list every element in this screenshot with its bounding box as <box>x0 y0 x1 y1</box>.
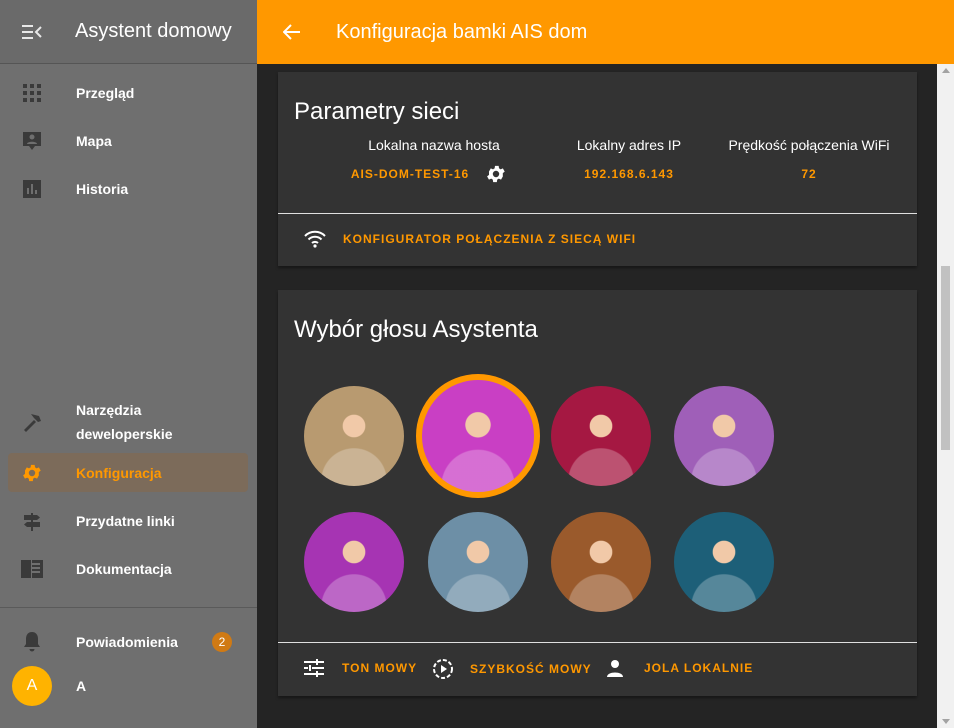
book-icon <box>21 560 43 578</box>
ip-column: Lokalny adres IP 192.168.6.143 <box>549 137 709 181</box>
page-title: Konfiguracja bamki AIS dom <box>336 20 588 43</box>
voice-local-label: JOLA LOKALNIE <box>644 661 754 675</box>
gear-icon[interactable] <box>485 163 507 185</box>
hostname-column: Lokalna nazwa hosta AIS-DOM-TEST-16 <box>334 137 534 185</box>
hostname-row: AIS-DOM-TEST-16 <box>334 163 534 185</box>
wifi-speed-column: Prędkość połączenia WiFi 72 <box>719 137 899 181</box>
sidebar-item-historia[interactable]: Historia <box>8 176 248 202</box>
scroll-down-arrow[interactable] <box>942 719 950 724</box>
sidebar-item-label: Konfiguracja <box>76 464 162 481</box>
sidebar-divider <box>0 607 257 608</box>
voice-avatar-2-selected[interactable] <box>416 374 540 498</box>
voice-card: Wybór głosu Asystenta TON MOWY SZYBKOŚĆ … <box>278 290 917 696</box>
hostname-label: Lokalna nazwa hosta <box>368 137 500 153</box>
hammer-icon <box>24 414 41 432</box>
sidebar-item-przydatne-linki[interactable]: Przydatne linki <box>8 508 248 534</box>
voice-avatar-6[interactable] <box>428 512 528 612</box>
speech-tone-label: TON MOWY <box>342 661 418 675</box>
signpost-icon <box>24 513 40 531</box>
sidebar: Asystent domowy Przegląd Mapa Historia N… <box>0 0 257 728</box>
sidebar-title: Asystent domowy <box>75 20 232 42</box>
speech-speed-label: SZYBKOŚĆ MOWY <box>470 662 592 676</box>
wifi-speed-value: 72 <box>801 167 817 181</box>
wifi-speed-label: Prędkość połączenia WiFi <box>728 137 890 153</box>
sidebar-item-label: Powiadomienia <box>76 634 178 650</box>
sidebar-item-narzedzia[interactable]: Narzędzia deweloperskie <box>8 396 248 448</box>
network-card: Parametry sieci Lokalna nazwa hosta AIS-… <box>278 72 917 266</box>
hostname-value: AIS-DOM-TEST-16 <box>350 167 470 181</box>
sidebar-item-przeglad[interactable]: Przegląd <box>8 80 248 106</box>
bell-icon <box>24 632 40 652</box>
speech-speed-button[interactable]: SZYBKOŚĆ MOWY <box>432 658 592 680</box>
speed-icon <box>433 659 453 679</box>
sidebar-item-label: Przegląd <box>76 85 135 101</box>
scrollbar-thumb[interactable] <box>941 266 950 450</box>
ip-value: 192.168.6.143 <box>584 167 674 181</box>
card-divider <box>278 213 917 214</box>
main-content: Parametry sieci Lokalna nazwa hosta AIS-… <box>257 64 937 728</box>
speech-tone-button[interactable]: TON MOWY <box>304 659 417 677</box>
wifi-icon <box>304 230 326 248</box>
map-account-icon <box>23 132 41 150</box>
voice-card-title: Wybór głosu Asystenta <box>294 316 538 343</box>
voice-avatar-7[interactable] <box>551 512 651 612</box>
scroll-up-arrow[interactable] <box>942 68 950 73</box>
card-divider <box>278 642 917 643</box>
sidebar-item-label: Mapa <box>76 133 112 149</box>
sidebar-item-powiadomienia[interactable]: Powiadomienia 2 <box>8 629 248 655</box>
voice-avatar-8[interactable] <box>674 512 774 612</box>
gear-icon <box>23 464 41 481</box>
user-name: A <box>76 678 87 694</box>
app: Asystent domowy Przegląd Mapa Historia N… <box>0 0 954 728</box>
grid-icon <box>23 84 41 102</box>
sidebar-item-user[interactable]: A A <box>12 666 252 706</box>
user-avatar: A <box>12 666 52 706</box>
menu-collapse-icon <box>22 24 42 39</box>
sidebar-item-label: Narzędzia deweloperskie <box>76 402 173 442</box>
ip-label: Lokalny adres IP <box>576 137 682 153</box>
person-icon <box>607 660 623 677</box>
wifi-configurator-label: KONFIGURATOR POŁĄCZENIA Z SIECĄ WIFI <box>343 232 637 246</box>
sidebar-item-label: Historia <box>76 181 129 197</box>
sidebar-header: Asystent domowy <box>0 0 257 64</box>
sidebar-item-label: Przydatne linki <box>76 513 175 529</box>
sidebar-item-konfiguracja[interactable]: Konfiguracja <box>8 453 248 492</box>
voice-avatar-1[interactable] <box>304 386 404 486</box>
voice-local-button[interactable]: JOLA LOKALNIE <box>606 659 753 677</box>
sidebar-item-label: Dokumentacja <box>76 561 172 577</box>
sidebar-item-dokumentacja[interactable]: Dokumentacja <box>8 556 248 582</box>
tune-icon <box>304 659 324 677</box>
network-card-title: Parametry sieci <box>294 98 460 125</box>
vertical-scrollbar[interactable] <box>937 64 954 728</box>
wifi-configurator-button[interactable]: KONFIGURATOR POŁĄCZENIA Z SIECĄ WIFI <box>304 230 636 248</box>
arrow-left-icon <box>283 24 300 40</box>
notification-count-badge: 2 <box>212 632 232 652</box>
voice-avatar-3[interactable] <box>551 386 651 486</box>
back-button[interactable] <box>257 0 327 64</box>
top-app-bar: Konfiguracja bamki AIS dom <box>257 0 954 64</box>
voice-avatar-4[interactable] <box>674 386 774 486</box>
sidebar-item-mapa[interactable]: Mapa <box>8 128 248 154</box>
chart-bar-icon <box>23 180 41 198</box>
menu-toggle-button[interactable] <box>0 0 64 64</box>
voice-avatar-5[interactable] <box>304 512 404 612</box>
